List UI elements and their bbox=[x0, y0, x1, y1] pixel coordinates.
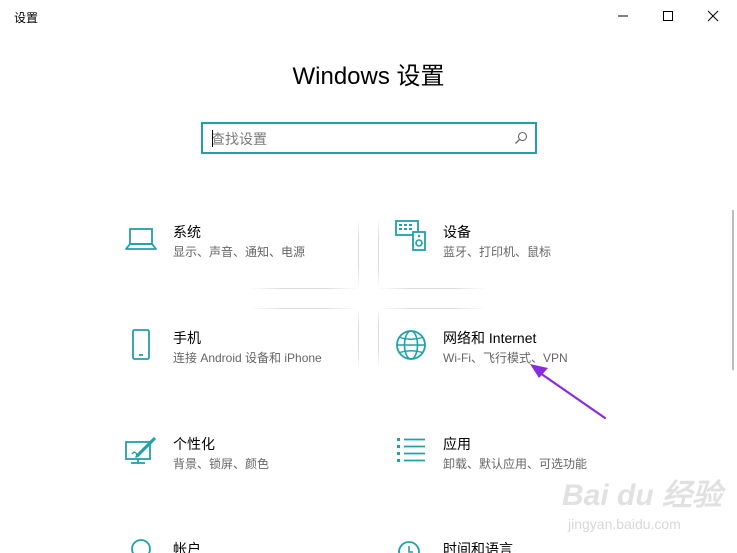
watermark-brand: Bai du 经验 bbox=[562, 479, 723, 512]
watermark-url: jingyan.baidu.com bbox=[568, 516, 681, 532]
watermark: Bai du 经验 jingyan.baidu.com bbox=[562, 470, 732, 546]
